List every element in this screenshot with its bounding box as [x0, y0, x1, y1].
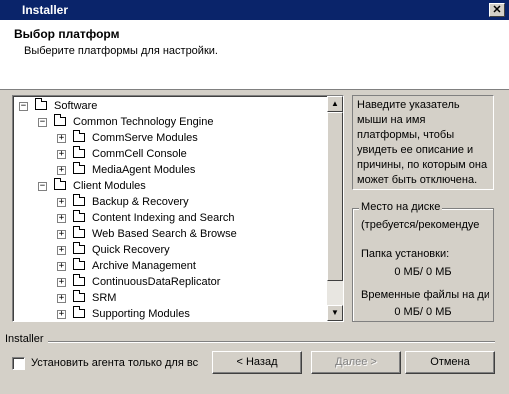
collapse-icon[interactable]: − [38, 118, 47, 127]
tree-item[interactable]: + ContinuousDataReplicator [13, 274, 328, 290]
expand-icon[interactable]: + [57, 166, 66, 175]
tree-item[interactable]: − Client Modules [13, 178, 328, 194]
description-text: Наведите указатель мыши на имя платформы… [357, 99, 488, 186]
close-icon: ✕ [492, 4, 502, 16]
page-subtitle: Выберите платформы для настройки. [24, 45, 218, 57]
tree-scrollbar[interactable]: ▲ ▼ [327, 96, 343, 321]
tree-item-label: CommServe Modules [92, 132, 198, 144]
tree-item[interactable]: + SRM [13, 290, 328, 306]
installer-divider-label: Installer [5, 333, 44, 345]
install-folder-value: 0 МБ/ 0 МБ [394, 266, 452, 278]
tree-item[interactable]: − Common Technology Engine [13, 114, 328, 130]
scroll-thumb[interactable] [327, 112, 343, 281]
folder-icon [73, 290, 85, 302]
folder-icon [73, 274, 85, 286]
tree-item-label: Web Based Search & Browse [92, 228, 237, 240]
expand-icon[interactable]: + [57, 278, 66, 287]
folder-icon [73, 162, 85, 174]
arrow-up-icon: ▲ [331, 99, 339, 108]
folder-icon [73, 146, 85, 158]
tree-item-label: Quick Recovery [92, 244, 170, 256]
disk-space-group: Место на диске (требуется/рекомендуе Пап… [352, 201, 494, 322]
tree-item-label: Archive Management [92, 260, 196, 272]
expand-icon[interactable]: + [57, 246, 66, 255]
window-title: Installer [22, 3, 69, 17]
folder-icon [35, 98, 47, 110]
header-panel: Выбор платформ Выберите платформы для на… [0, 20, 509, 90]
footer-divider [48, 341, 495, 343]
scroll-up-button[interactable]: ▲ [327, 96, 343, 112]
agent-only-checkbox[interactable] [12, 357, 25, 370]
expand-icon[interactable]: + [57, 198, 66, 207]
close-button[interactable]: ✕ [489, 3, 505, 17]
tree-item[interactable]: + MediaAgent Modules [13, 162, 328, 178]
folder-icon [73, 306, 85, 318]
expand-icon[interactable]: + [57, 262, 66, 271]
arrow-down-icon: ▼ [331, 308, 339, 317]
agent-only-checkbox-label[interactable]: Установить агента только для вс [31, 357, 199, 369]
tree-item[interactable]: + Quick Recovery [13, 242, 328, 258]
tree-item[interactable]: + CommServe Modules [13, 130, 328, 146]
tree-item[interactable]: + Web Based Search & Browse [13, 226, 328, 242]
folder-icon [54, 178, 66, 190]
expand-icon[interactable]: + [57, 214, 66, 223]
collapse-icon[interactable]: − [38, 182, 47, 191]
expand-icon[interactable]: + [57, 150, 66, 159]
folder-icon [73, 194, 85, 206]
expand-icon[interactable]: + [57, 230, 66, 239]
tree-item-label: MediaAgent Modules [92, 164, 196, 176]
tree-rows: − Software − Common Technology Engine + CommS… [13, 98, 328, 321]
window-titlebar: Installer ✕ [0, 0, 509, 20]
cancel-button[interactable]: Отмена [405, 351, 495, 374]
tree-item-label: Common Technology Engine [73, 116, 214, 128]
folder-icon [73, 130, 85, 142]
page-title: Выбор платформ [14, 27, 120, 41]
tree-item-label: ContinuousDataReplicator [92, 276, 221, 288]
folder-icon [73, 258, 85, 270]
tree-item[interactable]: − Software [13, 98, 328, 114]
folder-icon [54, 114, 66, 126]
tree-item-label: Supporting Modules [92, 308, 190, 320]
back-button[interactable]: < Назад [212, 351, 302, 374]
install-folder-label: Папка установки: [361, 248, 450, 260]
tree-item[interactable]: + Supporting Modules [13, 306, 328, 321]
tree-item[interactable]: + CommCell Console [13, 146, 328, 162]
temp-files-label: Временные файлы на ди [361, 289, 489, 301]
temp-files-value: 0 МБ/ 0 МБ [394, 306, 452, 318]
collapse-icon[interactable]: − [19, 102, 28, 111]
tree-item[interactable]: + Backup & Recovery [13, 194, 328, 210]
description-box: Наведите указатель мыши на имя платформы… [352, 95, 494, 190]
tree-item-label: Backup & Recovery [92, 196, 189, 208]
tree-item-label: SRM [92, 292, 117, 304]
expand-icon[interactable]: + [57, 310, 66, 319]
expand-icon[interactable]: + [57, 134, 66, 143]
tree-item-label: CommCell Console [92, 148, 187, 160]
scroll-down-button[interactable]: ▼ [327, 305, 343, 321]
tree-item[interactable]: + Archive Management [13, 258, 328, 274]
disk-space-legend: Место на диске [359, 201, 443, 213]
expand-icon[interactable]: + [57, 294, 66, 303]
folder-icon [73, 226, 85, 238]
tree-item-label: Content Indexing and Search [92, 212, 235, 224]
tree-item-label: Software [54, 100, 98, 112]
tree-item[interactable]: + Content Indexing and Search [13, 210, 328, 226]
folder-icon [73, 210, 85, 222]
platform-tree[interactable]: − Software − Common Technology Engine + CommS… [12, 95, 344, 322]
disk-required-label: (требуется/рекомендуе [361, 219, 480, 231]
next-button[interactable]: Далее > [311, 351, 401, 374]
folder-icon [73, 242, 85, 254]
tree-item-label: Client Modules [73, 180, 146, 192]
